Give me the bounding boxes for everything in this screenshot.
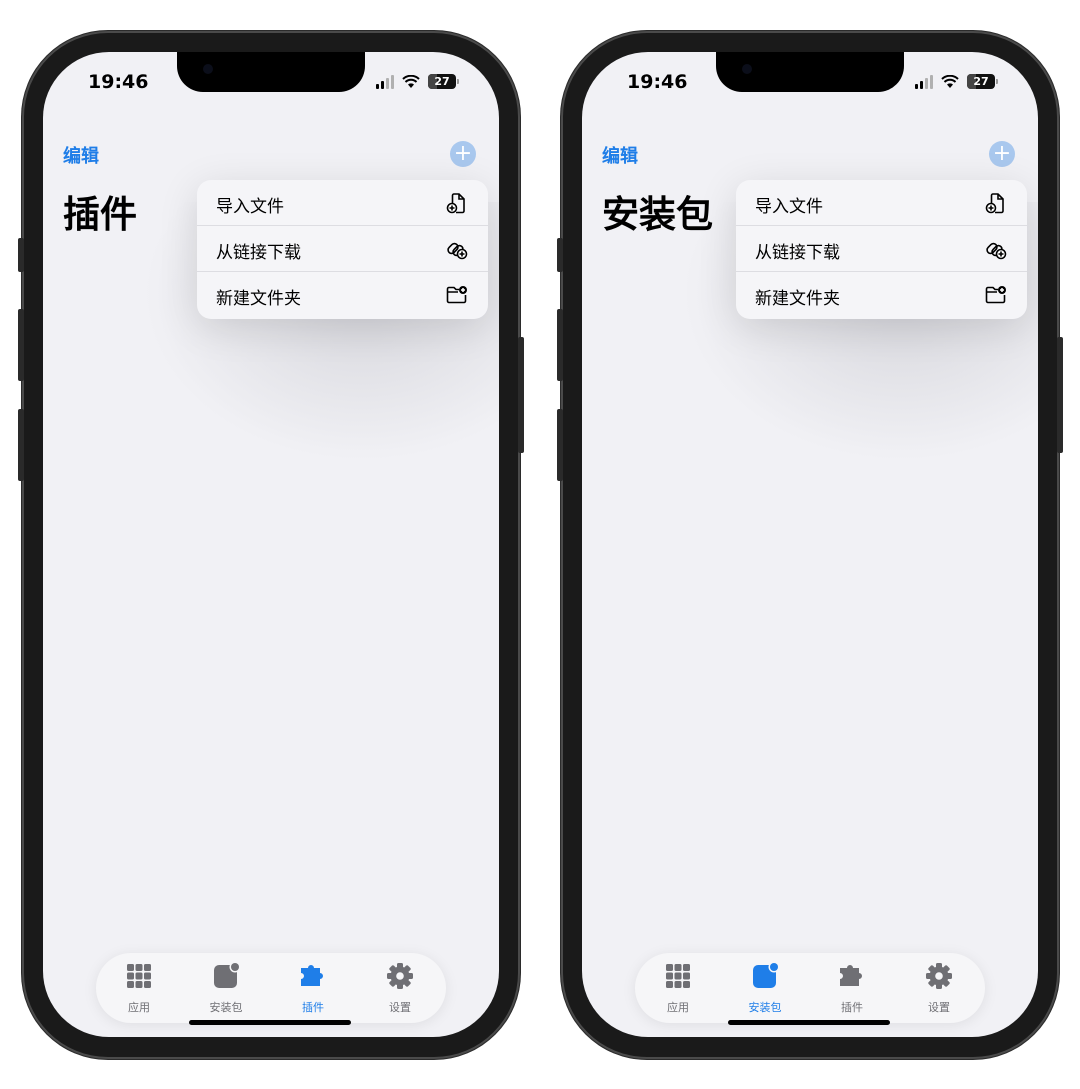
tab-packages[interactable]: 安装包 bbox=[191, 961, 261, 1015]
gear-icon bbox=[387, 963, 413, 989]
tab-apps[interactable]: 应用 bbox=[104, 961, 174, 1015]
tab-settings[interactable]: 设置 bbox=[904, 961, 974, 1015]
package-icon bbox=[214, 961, 241, 988]
plus-circle-icon[interactable]: + bbox=[989, 141, 1015, 167]
menu-item-label: 导入文件 bbox=[755, 197, 823, 217]
link-plus-icon bbox=[986, 242, 1007, 260]
status-time: 19:46 bbox=[627, 71, 688, 93]
mute-switch bbox=[18, 238, 24, 272]
edit-button[interactable]: 编辑 bbox=[602, 142, 638, 168]
add-menu: 导入文件 从链接下载 新建文件夹 bbox=[736, 180, 1027, 319]
grid-icon bbox=[127, 964, 151, 988]
notch bbox=[177, 52, 365, 92]
battery-icon: 27 bbox=[967, 74, 998, 89]
tab-label: 安装包 bbox=[209, 1001, 243, 1014]
screen: 19:46 27 编辑 + 插件 导入文件 从链接下载 新建文件夹 应用 安装包… bbox=[43, 52, 499, 1037]
battery-icon: 27 bbox=[428, 74, 459, 89]
tab-label: 安装包 bbox=[748, 1001, 782, 1014]
phone-right: 19:46 27 编辑 + 安装包 导入文件 从链接下载 新建文件夹 应用 安装… bbox=[557, 31, 1063, 1059]
tab-plugins[interactable]: 插件 bbox=[817, 961, 887, 1015]
wifi-icon bbox=[941, 74, 959, 88]
status-icons: 27 bbox=[376, 74, 459, 89]
tab-apps[interactable]: 应用 bbox=[643, 961, 713, 1015]
package-icon bbox=[753, 961, 780, 988]
volume-down-button bbox=[18, 409, 24, 481]
tab-label: 设置 bbox=[389, 1001, 411, 1014]
menu-item-label: 导入文件 bbox=[216, 197, 284, 217]
puzzle-icon bbox=[840, 965, 862, 986]
tab-label: 插件 bbox=[302, 1001, 324, 1014]
menu-item-label: 新建文件夹 bbox=[216, 289, 301, 309]
tab-bar: 应用 安装包 插件 设置 bbox=[96, 953, 446, 1023]
tab-label: 应用 bbox=[667, 1001, 689, 1014]
battery-level: 27 bbox=[973, 75, 989, 88]
power-button bbox=[1057, 337, 1063, 453]
menu-item-download-link[interactable]: 从链接下载 bbox=[197, 226, 488, 272]
notch bbox=[716, 52, 904, 92]
tab-bar: 应用 安装包 插件 设置 bbox=[635, 953, 985, 1023]
plus-circle-icon[interactable]: + bbox=[450, 141, 476, 167]
camera bbox=[742, 64, 752, 74]
volume-up-button bbox=[18, 309, 24, 381]
menu-item-label: 从链接下载 bbox=[216, 243, 301, 263]
tab-label: 设置 bbox=[928, 1001, 950, 1014]
tab-settings[interactable]: 设置 bbox=[365, 961, 435, 1015]
status-time: 19:46 bbox=[88, 71, 149, 93]
document-plus-icon bbox=[446, 193, 465, 214]
gear-icon bbox=[926, 963, 952, 989]
signal-icon bbox=[915, 74, 933, 89]
volume-down-button bbox=[557, 409, 563, 481]
mute-switch bbox=[557, 238, 563, 272]
camera bbox=[203, 64, 213, 74]
menu-item-import-file[interactable]: 导入文件 bbox=[736, 180, 1027, 226]
signal-icon bbox=[376, 74, 394, 89]
page-title: 插件 bbox=[63, 193, 137, 236]
home-indicator[interactable] bbox=[189, 1020, 351, 1025]
menu-item-new-folder[interactable]: 新建文件夹 bbox=[736, 272, 1027, 318]
menu-item-new-folder[interactable]: 新建文件夹 bbox=[197, 272, 488, 318]
battery-level: 27 bbox=[434, 75, 450, 88]
menu-item-import-file[interactable]: 导入文件 bbox=[197, 180, 488, 226]
menu-item-label: 从链接下载 bbox=[755, 243, 840, 263]
menu-item-download-link[interactable]: 从链接下载 bbox=[736, 226, 1027, 272]
tab-label: 应用 bbox=[128, 1001, 150, 1014]
folder-plus-icon bbox=[446, 286, 467, 304]
tab-label: 插件 bbox=[841, 1001, 863, 1014]
edit-button[interactable]: 编辑 bbox=[63, 142, 99, 168]
add-menu: 导入文件 从链接下载 新建文件夹 bbox=[197, 180, 488, 319]
screen: 19:46 27 编辑 + 安装包 导入文件 从链接下载 新建文件夹 应用 安装… bbox=[582, 52, 1038, 1037]
tab-packages[interactable]: 安装包 bbox=[730, 961, 800, 1015]
link-plus-icon bbox=[447, 242, 468, 260]
home-indicator[interactable] bbox=[728, 1020, 890, 1025]
wifi-icon bbox=[402, 74, 420, 88]
grid-icon bbox=[666, 964, 690, 988]
phone-left: 19:46 27 编辑 + 插件 导入文件 从链接下载 新建文件夹 应用 安装包… bbox=[18, 31, 524, 1059]
status-icons: 27 bbox=[915, 74, 998, 89]
tab-plugins[interactable]: 插件 bbox=[278, 961, 348, 1015]
puzzle-icon bbox=[301, 965, 323, 986]
power-button bbox=[518, 337, 524, 453]
document-plus-icon bbox=[985, 193, 1004, 214]
folder-plus-icon bbox=[985, 286, 1006, 304]
menu-item-label: 新建文件夹 bbox=[755, 289, 840, 309]
volume-up-button bbox=[557, 309, 563, 381]
